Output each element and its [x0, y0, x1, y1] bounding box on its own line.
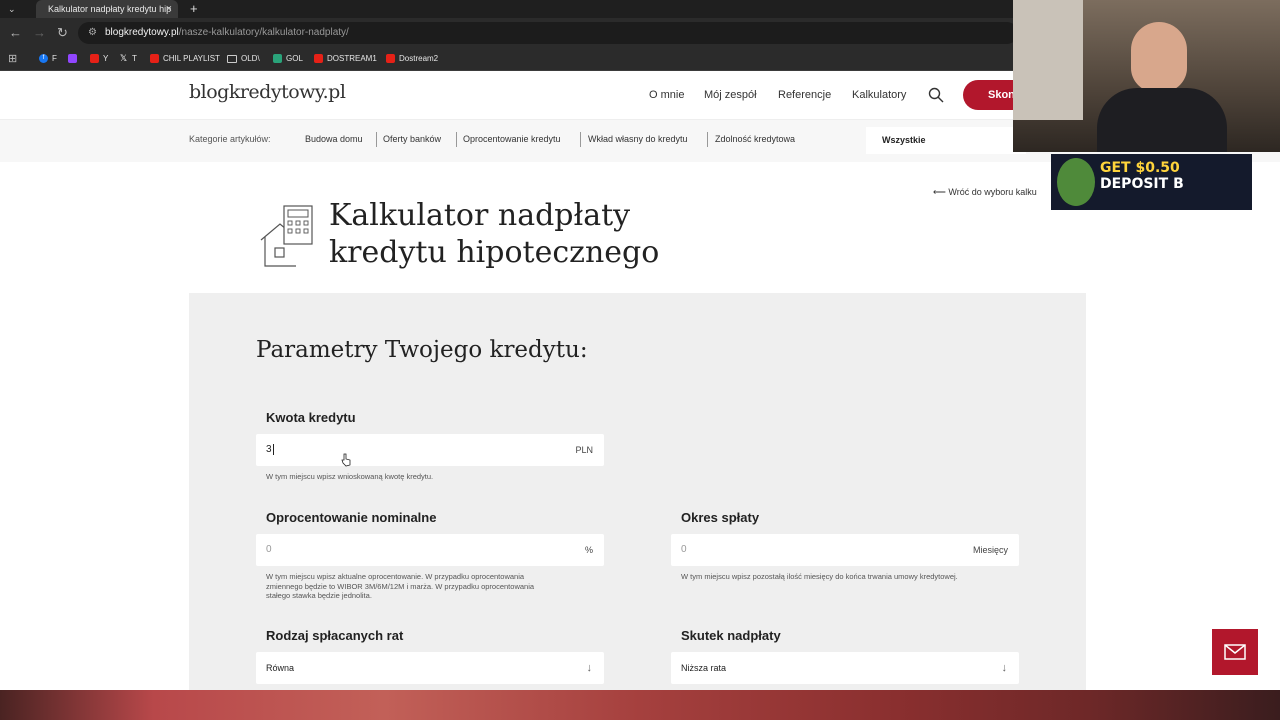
kwota-unit: PLN — [575, 445, 593, 455]
category-oferty-bankow[interactable]: Oferty banków — [383, 134, 441, 144]
bookmark-facebook[interactable]: fF — [39, 48, 57, 70]
tab-title: Kalkulator nadpłaty kredytu hip — [48, 4, 172, 14]
youtube-icon — [314, 54, 323, 64]
bookmark-gol[interactable]: GOL — [273, 48, 303, 70]
oprocentowanie-input[interactable]: 0 % — [256, 534, 604, 566]
reload-icon[interactable]: ↻ — [57, 18, 68, 48]
person-face — [1131, 22, 1187, 92]
arrow-down-icon: ↓ — [1001, 662, 1008, 674]
back-link[interactable]: ⟵ Wróć do wyboru kalku — [933, 187, 1037, 198]
rodzaj-select[interactable]: Równa ↓ — [256, 652, 604, 684]
oprocentowanie-label: Oprocentowanie nominalne — [266, 510, 437, 525]
facebook-icon: f — [39, 54, 48, 64]
url-input[interactable]: ⚙ blogkredytowy.pl/nasze-kalkulatory/kal… — [78, 22, 1018, 44]
bookmark-dostream1[interactable]: DOSTREAM1 — [314, 48, 377, 70]
ad-banner[interactable]: GET $0.50 DEPOSIT B — [1051, 154, 1252, 210]
bookmark-folder-old[interactable]: OLD\ — [227, 48, 260, 70]
arrow-down-icon: ↓ — [586, 662, 593, 674]
category-divider — [580, 132, 581, 147]
skutek-select[interactable]: Niższa rata ↓ — [671, 652, 1019, 684]
arrow-left-icon: ⟵ — [933, 187, 949, 197]
bookmark-dostream2[interactable]: Dostream2 — [386, 48, 438, 70]
browser-tab[interactable]: Kalkulator nadpłaty kredytu hip × — [36, 0, 178, 18]
url-text: blogkredytowy.pl/nasze-kalkulatory/kalku… — [105, 27, 349, 38]
twitch-icon — [68, 54, 77, 64]
category-budowa-domu[interactable]: Budowa domu — [305, 134, 363, 144]
gol-icon — [273, 54, 282, 64]
bookmark-youtube[interactable]: Y — [90, 48, 108, 70]
skutek-value: Niższa rata — [681, 663, 727, 673]
tab-close-icon[interactable]: × — [166, 0, 172, 18]
person-shirt — [1097, 88, 1227, 152]
apps-grid-icon[interactable]: ⊞ — [8, 48, 17, 70]
youtube-icon — [150, 54, 159, 64]
oprocentowanie-hint: W tym miejscu wpisz aktualne oprocentowa… — [266, 572, 535, 600]
site-logo[interactable]: blogkredytowy.pl — [189, 81, 346, 103]
nav-moj-zespol[interactable]: Mój zespół — [704, 89, 757, 101]
youtube-icon — [386, 54, 395, 64]
house-calculator-icon — [260, 205, 313, 267]
site-info-icon[interactable]: ⚙ — [88, 22, 97, 44]
nav-o-mnie[interactable]: O mnie — [649, 89, 684, 101]
skutek-label: Skutek nadpłaty — [681, 628, 781, 643]
calculator-form-panel: Parametry Twojego kredytu: Kwota kredytu… — [189, 293, 1086, 713]
category-wklad-wlasny[interactable]: Wkład własny do kredytu — [588, 134, 688, 144]
tab-list-chevron-icon[interactable]: ⌄ — [8, 0, 16, 18]
category-oprocentowanie[interactable]: Oprocentowanie kredytu — [463, 134, 561, 144]
x-logo-icon: 𝕏 — [119, 53, 128, 64]
category-select[interactable]: Wszystkie — [866, 127, 1026, 154]
form-heading: Parametry Twojego kredytu: — [256, 337, 588, 363]
kwota-hint: W tym miejscu wpisz wnioskowaną kwotę kr… — [266, 472, 434, 481]
search-icon[interactable] — [928, 87, 944, 103]
new-tab-icon[interactable]: + — [190, 0, 198, 17]
envelope-icon — [1224, 644, 1246, 660]
rodzaj-label: Rodzaj spłacanych rat — [266, 628, 404, 643]
bookmark-twitch[interactable] — [68, 48, 81, 70]
ad-mascot-icon — [1057, 158, 1095, 206]
page-title: Kalkulator nadpłaty kredytu hipotecznego — [329, 198, 660, 270]
category-divider — [456, 132, 457, 147]
oprocentowanie-unit: % — [584, 545, 593, 555]
oprocentowanie-placeholder: 0 — [266, 544, 272, 555]
kwota-input[interactable]: 3 PLN — [256, 434, 604, 466]
webcam-overlay — [1013, 0, 1280, 152]
okres-label: Okres spłaty — [681, 510, 760, 525]
nav-referencje[interactable]: Referencje — [778, 89, 831, 101]
kwota-value: 3 — [266, 443, 274, 455]
category-divider — [376, 132, 377, 147]
categories-label: Kategorie artykułów: — [189, 134, 271, 144]
bookmark-x[interactable]: 𝕏T — [119, 48, 137, 70]
okres-placeholder: 0 — [681, 544, 687, 555]
youtube-icon — [90, 54, 99, 64]
contact-mail-button[interactable] — [1212, 629, 1258, 675]
forward-arrow-icon[interactable]: → — [33, 18, 46, 48]
ad-text: GET $0.50 DEPOSIT B — [1100, 160, 1184, 192]
kwota-label: Kwota kredytu — [266, 410, 356, 425]
back-arrow-icon[interactable]: ← — [9, 18, 22, 48]
bookmark-chil-playlist[interactable]: CHIL PLAYLIST — [150, 48, 220, 70]
folder-icon — [227, 54, 237, 63]
rodzaj-value: Równa — [266, 663, 295, 673]
okres-input[interactable]: 0 Miesięcy — [671, 534, 1019, 566]
okres-hint: W tym miejscu wpisz pozostałą ilość mies… — [681, 572, 958, 581]
bottom-stream-overlay — [0, 690, 1280, 720]
window-frame — [1013, 0, 1083, 120]
okres-unit: Miesięcy — [972, 545, 1008, 555]
hand-cursor-icon — [341, 453, 351, 467]
nav-kalkulatory[interactable]: Kalkulatory — [852, 89, 906, 101]
category-divider — [707, 132, 708, 147]
category-zdolnosc[interactable]: Zdolność kredytowa — [715, 134, 795, 144]
